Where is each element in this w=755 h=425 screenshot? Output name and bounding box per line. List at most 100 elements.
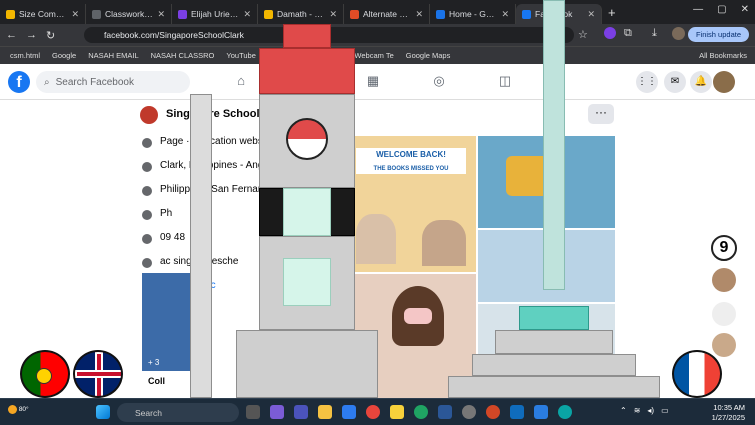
bookmark-item[interactable]: NASAH EMAIL — [88, 51, 138, 60]
close-tab-icon[interactable]: ✕ — [415, 9, 423, 20]
back-icon[interactable]: ← — [6, 29, 17, 41]
photo-caption: Coll — [148, 376, 165, 386]
groups-icon[interactable]: ◎ — [430, 73, 448, 91]
close-tab-icon[interactable]: ✕ — [71, 9, 79, 20]
close-tab-icon[interactable]: ✕ — [501, 9, 509, 20]
photo-welcome-back[interactable]: WELCOME BACK! THE BOOKS MISSED YOU — [352, 136, 476, 272]
clock-date: 1/27/2025 — [711, 413, 745, 422]
maximize-icon[interactable]: ▢ — [717, 4, 726, 15]
bookmark-item[interactable]: Google Maps — [406, 51, 451, 60]
zoom-icon[interactable] — [342, 405, 356, 419]
minimize-icon[interactable]: — — [693, 4, 703, 15]
page-avatar[interactable] — [140, 106, 158, 124]
extension-icon[interactable] — [604, 27, 616, 39]
profile-avatar[interactable] — [672, 27, 685, 40]
more-options-button[interactable]: ··· — [588, 104, 614, 124]
bookmark-item[interactable]: Webcam Te — [354, 51, 393, 60]
browser-tab[interactable]: Classwork for A✕ — [86, 4, 172, 24]
close-tab-icon[interactable]: ✕ — [243, 9, 251, 20]
overlay-avatar[interactable] — [712, 333, 736, 357]
close-tab-icon[interactable]: ✕ — [329, 9, 337, 20]
tab-favicon-icon — [436, 9, 445, 19]
bookmark-item[interactable]: csm.html — [10, 51, 40, 60]
portugal-flag-ball — [20, 350, 70, 398]
mint-block — [283, 258, 331, 306]
photo-mask — [404, 308, 432, 324]
tab-favicon-icon — [264, 9, 273, 19]
new-tab-button[interactable]: + — [608, 5, 616, 20]
facebook-search-input[interactable]: ⌕ Search Facebook — [36, 71, 190, 93]
wifi-icon[interactable]: ≋ — [634, 406, 641, 415]
tab-title: Classwork for A — [105, 9, 154, 19]
powerpoint-icon[interactable] — [486, 405, 500, 419]
menu-grid-icon[interactable]: ⋮⋮ — [636, 71, 658, 93]
close-window-icon[interactable]: ✕ — [741, 4, 749, 15]
page-title[interactable]: Singapore School — [166, 108, 260, 120]
bookmark-item[interactable]: NASAH CLASSRO — [151, 51, 215, 60]
close-tab-icon[interactable]: ✕ — [587, 9, 595, 20]
edge-icon[interactable] — [558, 405, 572, 419]
phone-icon — [142, 234, 152, 244]
home-icon[interactable]: ⌂ — [232, 73, 250, 91]
facebook-header: f ⌕ Search Facebook ⌂ ▦ ◎ ◫ ⋮⋮ ✉ 🔔 — [0, 64, 755, 100]
tab-title: Alternate Histor — [363, 9, 412, 19]
clock-time: 10:35 AM — [713, 403, 745, 412]
overlay-avatar[interactable] — [712, 268, 736, 292]
taskbar-search[interactable]: Search — [117, 403, 239, 422]
weather-widget[interactable]: 80° — [8, 405, 29, 414]
france-flag-ball — [672, 350, 722, 398]
bookmark-item[interactable]: YouTube — [226, 51, 255, 60]
browser-icon[interactable] — [414, 405, 428, 419]
clock[interactable]: 10:35 AM 1/27/2025 — [712, 403, 745, 423]
facebook-logo[interactable]: f — [8, 71, 30, 93]
messenger-icon[interactable]: ✉ — [664, 71, 686, 93]
browser-tab[interactable]: Size Comparison ✕ — [0, 4, 86, 24]
store-icon[interactable] — [534, 405, 548, 419]
badge-number: 9 — [711, 235, 737, 261]
file-explorer-icon[interactable] — [318, 405, 332, 419]
download-icon[interactable]: ⤓ — [652, 27, 657, 40]
account-avatar[interactable] — [713, 71, 735, 93]
red-block — [259, 48, 355, 94]
search-icon: ⌕ — [44, 76, 50, 88]
notifications-icon[interactable]: 🔔 — [690, 71, 712, 93]
task-view-icon[interactable] — [246, 405, 260, 419]
word-icon[interactable] — [438, 405, 452, 419]
teal-block — [519, 306, 589, 330]
marketplace-icon[interactable]: ▦ — [364, 73, 382, 91]
forward-icon[interactable]: → — [26, 29, 37, 41]
browser-tab[interactable]: Home - Google ✕ — [430, 4, 516, 24]
chevron-up-icon[interactable]: ⌃ — [620, 406, 627, 415]
widgets-icon[interactable] — [270, 405, 284, 419]
gaming-icon[interactable]: ◫ — [496, 73, 514, 91]
settings-icon[interactable] — [462, 405, 476, 419]
windows-start-icon[interactable] — [96, 405, 110, 419]
intro-text: 09 48 — [160, 232, 186, 243]
bookmark-item[interactable]: Google — [52, 51, 76, 60]
overlay-globe-icon[interactable] — [712, 302, 736, 326]
close-tab-icon[interactable]: ✕ — [157, 9, 165, 20]
reload-icon[interactable]: ↻ — [46, 29, 55, 42]
red-block — [283, 24, 331, 48]
poster-text: WELCOME BACK! THE BOOKS MISSED YOU — [356, 148, 466, 174]
finish-update-button[interactable]: Finish update — [687, 27, 749, 42]
teams-icon[interactable] — [294, 405, 308, 419]
browser-tab[interactable]: Alternate Histor✕ — [344, 4, 430, 24]
notes-icon[interactable] — [390, 405, 404, 419]
extensions-puzzle-icon[interactable]: ⧉ — [624, 27, 632, 40]
browser-tab[interactable]: Damath - Google✕ — [258, 4, 344, 24]
all-bookmarks-link[interactable]: All Bookmarks — [699, 51, 747, 60]
search-placeholder: Search Facebook — [55, 76, 134, 88]
poster-title: WELCOME BACK! — [376, 150, 446, 159]
browser-tab[interactable]: Elijah Uriel Sung✕ — [172, 4, 258, 24]
email-icon — [142, 258, 152, 268]
defender-icon[interactable] — [510, 405, 524, 419]
volume-icon[interactable]: ◂) — [647, 406, 654, 415]
featured-photo[interactable]: + 3 — [142, 273, 196, 371]
bookmark-star-icon[interactable]: ☆ — [578, 28, 588, 41]
ball-sprite — [286, 118, 328, 160]
weather-icon — [8, 405, 17, 414]
battery-icon[interactable]: ▭ — [661, 406, 669, 415]
tab-favicon-icon — [522, 9, 531, 19]
chrome-icon[interactable] — [366, 405, 380, 419]
